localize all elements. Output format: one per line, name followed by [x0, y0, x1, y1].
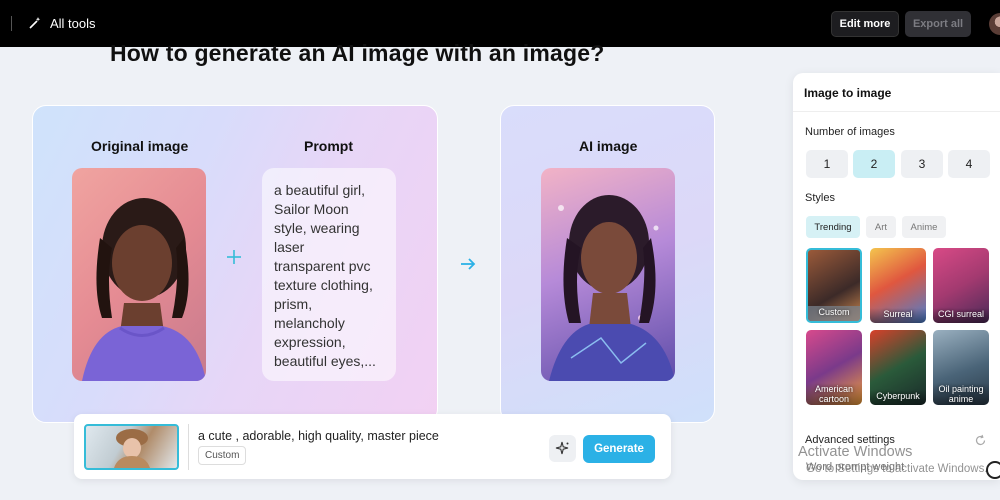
- style-cyberpunk[interactable]: Cyberpunk: [870, 330, 926, 405]
- settings-panel: Image to image Number of images 1 2 3 4 …: [793, 73, 1000, 480]
- style-custom[interactable]: Custom: [806, 248, 862, 323]
- styles-label: Styles: [805, 192, 835, 204]
- all-tools-label: All tools: [50, 15, 96, 31]
- number-of-images-label: Number of images: [805, 126, 895, 138]
- plus-icon: [227, 250, 241, 264]
- style-label: Cyberpunk: [870, 390, 926, 405]
- prompt-title: Prompt: [304, 138, 353, 154]
- ai-image-title: AI image: [579, 138, 638, 154]
- style-label: American cartoon: [806, 383, 862, 405]
- divider: [11, 16, 12, 31]
- all-tools-button[interactable]: All tools: [28, 14, 96, 32]
- style-surreal[interactable]: Surreal: [870, 248, 926, 323]
- reference-image-thumbnail[interactable]: [84, 424, 179, 470]
- enhance-prompt-button[interactable]: [549, 435, 576, 462]
- ai-image: [541, 168, 675, 381]
- generate-button[interactable]: Generate: [583, 435, 655, 463]
- divider: [793, 111, 1000, 112]
- style-tag[interactable]: Custom: [198, 446, 247, 465]
- panel-title: Image to image: [804, 86, 892, 100]
- style-label: Oil painting anime: [933, 383, 989, 405]
- num-images-option-3[interactable]: 3: [901, 150, 943, 178]
- divider: [188, 424, 189, 470]
- tab-trending[interactable]: Trending: [806, 216, 860, 238]
- avatar[interactable]: [989, 13, 1000, 35]
- style-label: CGI surreal: [933, 308, 989, 323]
- tab-art[interactable]: Art: [866, 216, 896, 238]
- style-label: Surreal: [870, 308, 926, 323]
- style-cgi-surreal[interactable]: CGI surreal: [933, 248, 989, 323]
- style-american-cartoon[interactable]: American cartoon: [806, 330, 862, 405]
- export-all-button[interactable]: Export all: [905, 11, 971, 37]
- num-images-option-1[interactable]: 1: [806, 150, 848, 178]
- style-oil-painting-anime[interactable]: Oil painting anime: [933, 330, 989, 405]
- page-title: How to generate an AI image with an imag…: [110, 40, 605, 66]
- edit-more-button[interactable]: Edit more: [831, 11, 899, 37]
- prompt-text: a beautiful girl, Sailor Moon style, wea…: [274, 182, 376, 369]
- num-images-option-4[interactable]: 4: [948, 150, 990, 178]
- original-image: [72, 168, 206, 381]
- magic-wand-icon: [29, 17, 41, 29]
- prompt-bar: a cute , adorable, high quality, master …: [74, 414, 671, 479]
- prompt-input[interactable]: a cute , adorable, high quality, master …: [198, 429, 439, 443]
- arrow-right-icon: [461, 258, 476, 270]
- help-icon[interactable]: [986, 461, 1000, 479]
- activate-windows-subtitle: Go to Settings to activate Windows.: [806, 463, 988, 475]
- prompt-text-box: a beautiful girl, Sailor Moon style, wea…: [262, 168, 396, 381]
- original-image-title: Original image: [91, 138, 189, 154]
- num-images-option-2[interactable]: 2: [853, 150, 895, 178]
- tab-anime[interactable]: Anime: [902, 216, 946, 238]
- activate-windows-watermark: Activate Windows: [798, 444, 913, 460]
- reset-icon[interactable]: [974, 434, 987, 447]
- sparkle-icon: [555, 441, 569, 455]
- style-label: Custom: [808, 306, 860, 321]
